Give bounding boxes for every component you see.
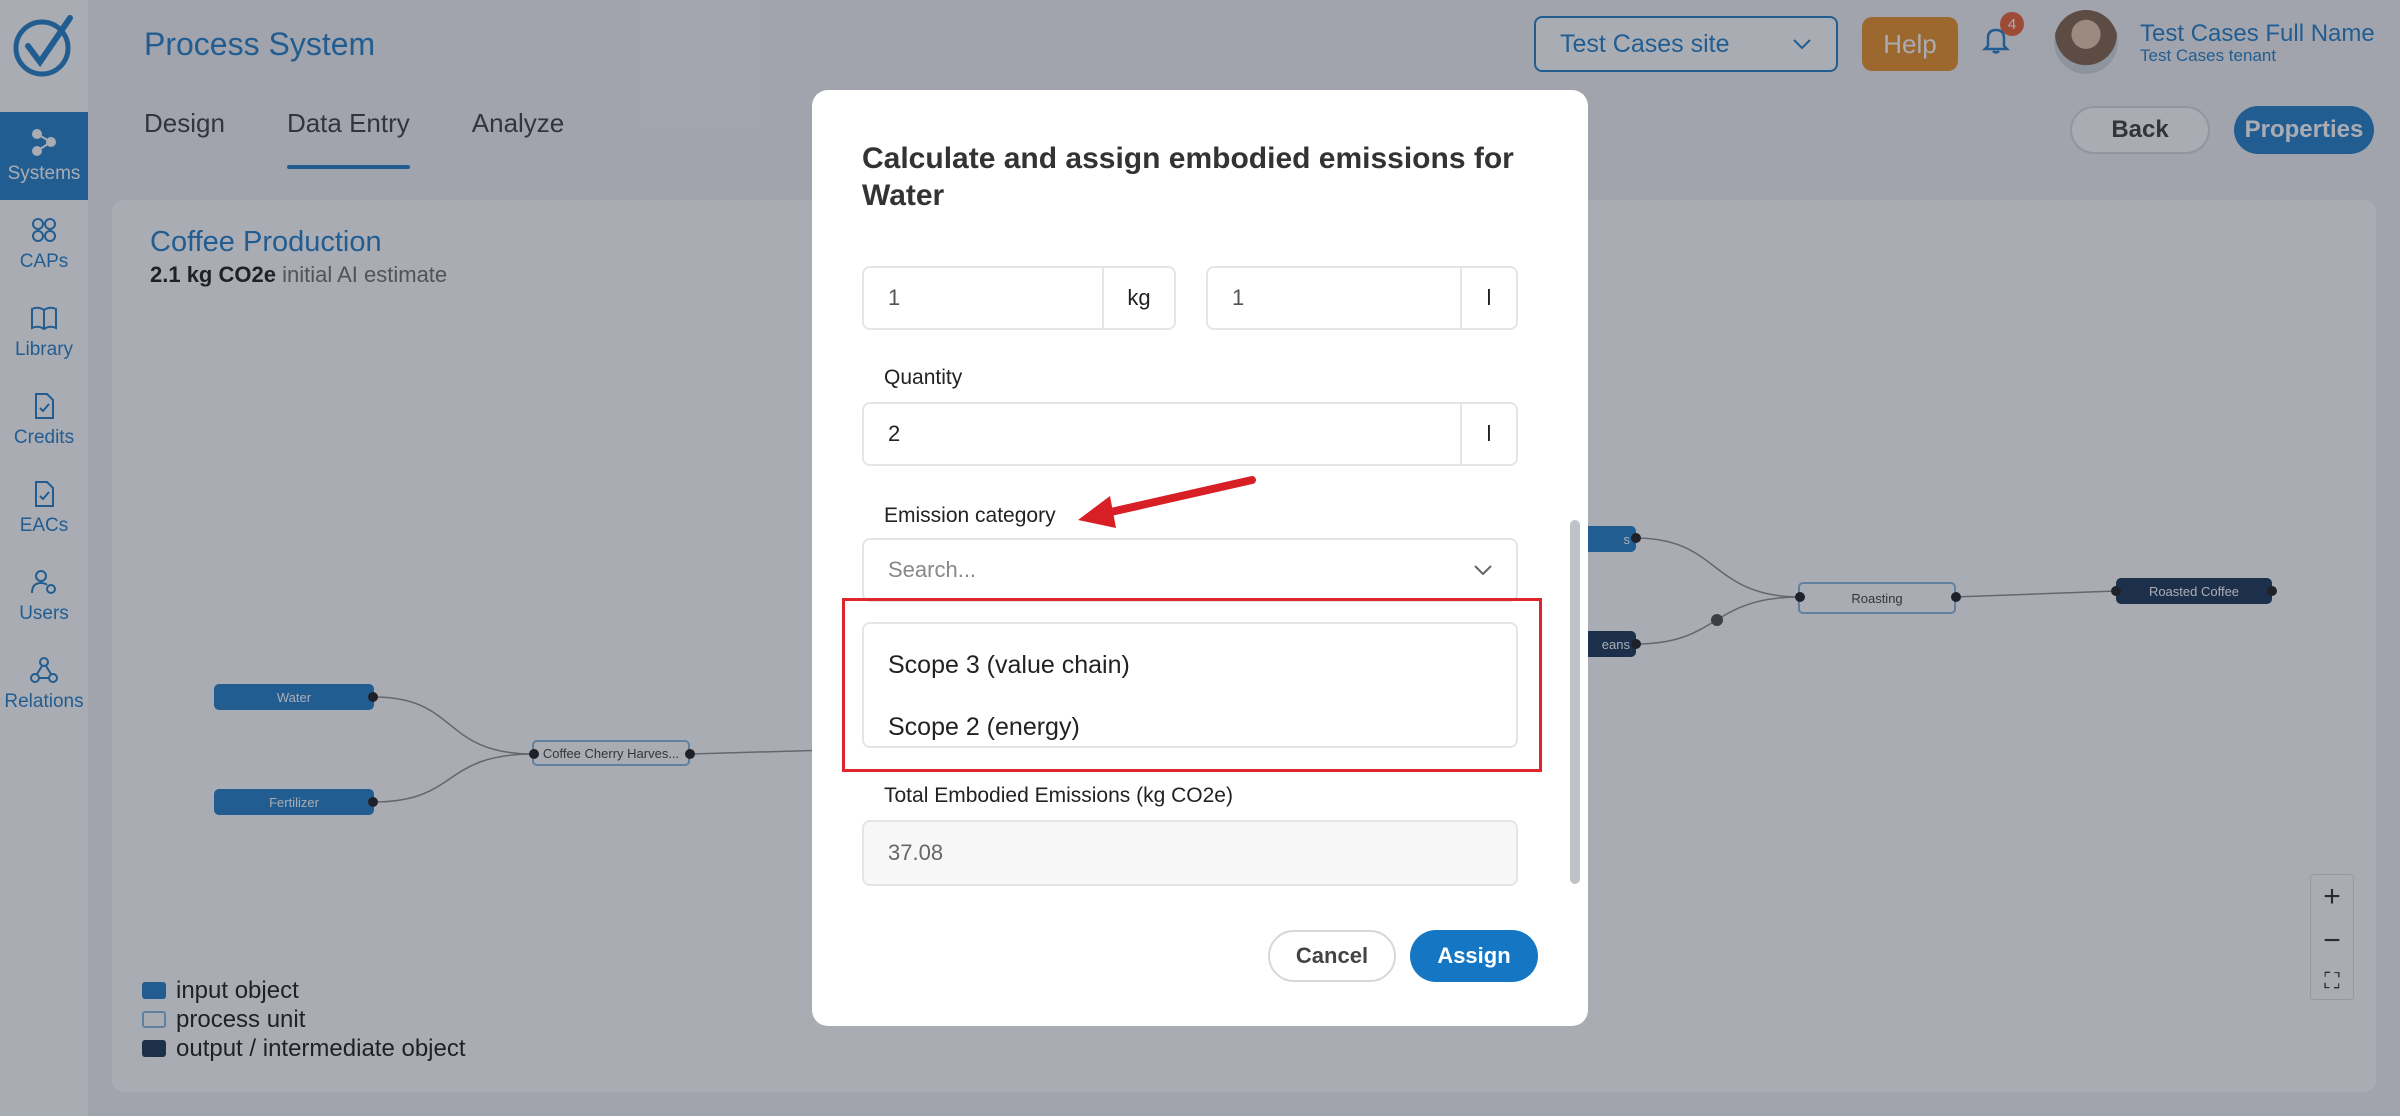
quantity-field[interactable]: 2 l [862, 402, 1518, 466]
emission-category-label: Emission category [884, 504, 1056, 527]
modal-scrollbar[interactable] [1570, 520, 1580, 884]
ratio-right-unit: l [1460, 268, 1516, 328]
annotation-highlight-box [842, 598, 1542, 772]
total-emissions-field: 37.08 [862, 820, 1518, 886]
quantity-value: 2 [888, 421, 901, 446]
quantity-label: Quantity [884, 366, 963, 389]
annotation-arrow-icon [1078, 476, 1256, 528]
ratio-left-field[interactable]: 1 kg [862, 266, 1176, 330]
emissions-modal: Calculate and assign embodied emissions … [812, 90, 1588, 1026]
ratio-left-unit: kg [1102, 268, 1174, 328]
modal-title: Calculate and assign embodied emissions … [862, 142, 1514, 212]
ratio-right-field[interactable]: 1 l [1206, 266, 1518, 330]
quantity-unit: l [1460, 404, 1516, 464]
search-placeholder: Search... [888, 557, 977, 582]
emission-category-search[interactable]: Search... [862, 538, 1518, 602]
ratio-right-value: 1 [1232, 285, 1245, 310]
chevron-down-icon [1474, 565, 1492, 575]
cancel-button[interactable]: Cancel [1268, 930, 1396, 982]
assign-button[interactable]: Assign [1410, 930, 1538, 982]
total-emissions-label: Total Embodied Emissions (kg CO2e) [884, 784, 1233, 807]
ratio-left-value: 1 [888, 285, 901, 310]
